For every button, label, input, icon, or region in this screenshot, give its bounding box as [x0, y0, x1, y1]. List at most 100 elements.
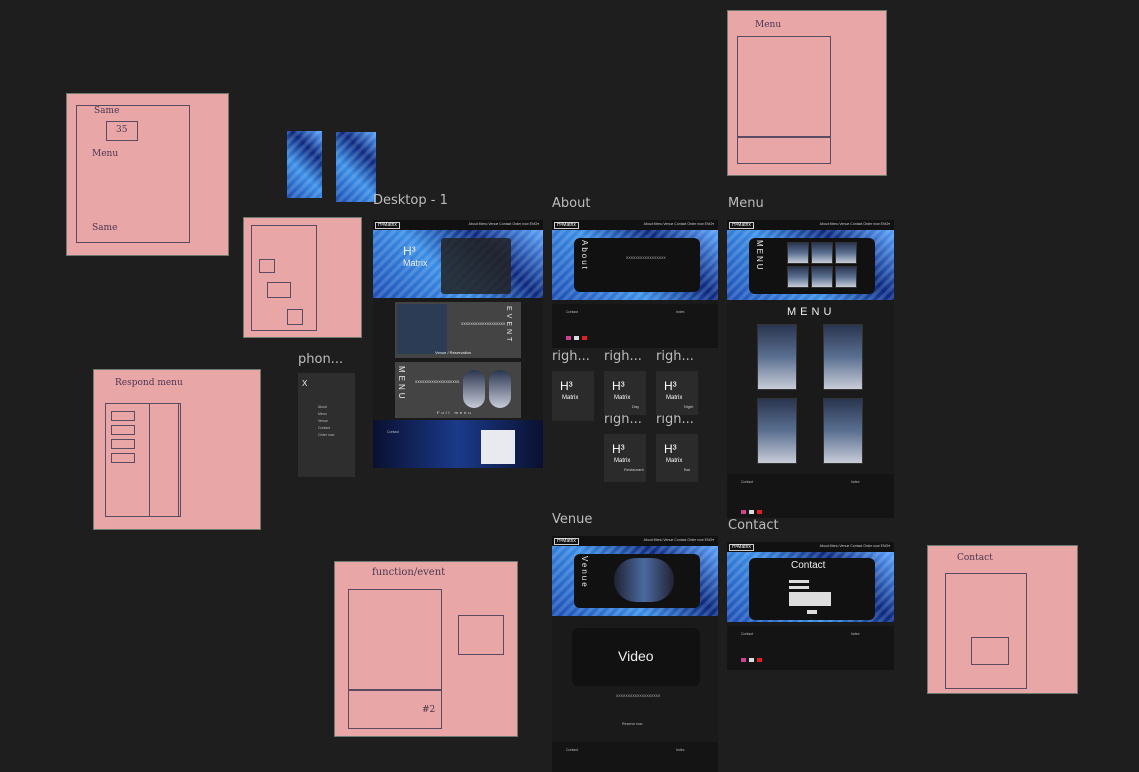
- dish-thumb[interactable]: [835, 242, 857, 264]
- phone-menu-item[interactable]: Venue: [318, 419, 328, 423]
- footer-label: Contact: [566, 748, 579, 752]
- menu-hero-word: MENU: [755, 240, 764, 272]
- brand-card-day[interactable]: H³ Matrix Day: [604, 371, 646, 415]
- x-icon[interactable]: [574, 336, 579, 340]
- menu-item-image[interactable]: [757, 324, 797, 390]
- card-sub: Night: [684, 404, 694, 409]
- instagram-icon[interactable]: [741, 658, 746, 662]
- nav-links[interactable]: About Menu Venue Contact Order now ENG▾: [469, 222, 539, 226]
- venue-frame[interactable]: H³Matrix About Menu Venue Contact Order …: [552, 536, 718, 772]
- youtube-icon[interactable]: [757, 658, 762, 662]
- sticky-note-contact: Contact: [927, 545, 1078, 694]
- x-image: [397, 304, 447, 354]
- nav-links[interactable]: About Menu Venue Contact Order now ENG▾: [644, 222, 714, 226]
- menu-item-image[interactable]: [823, 398, 863, 464]
- frame-label-about[interactable]: About: [552, 196, 590, 211]
- menu-word: MENU: [397, 366, 406, 402]
- menu-frame[interactable]: H³Matrix About Menu Venue Contact Order …: [727, 220, 894, 518]
- brand-name: Matrix: [403, 258, 428, 268]
- frame-label-card[interactable]: righ...: [656, 349, 694, 364]
- logo[interactable]: H³Matrix: [554, 538, 579, 545]
- card-h3: H³: [664, 379, 677, 393]
- frame-label-card[interactable]: righ...: [552, 349, 590, 364]
- logo[interactable]: H³Matrix: [375, 222, 400, 229]
- youtube-icon[interactable]: [757, 510, 762, 514]
- hero-banner: H³ Matrix: [373, 230, 543, 298]
- contact-submit-button[interactable]: [807, 610, 817, 614]
- footer: Contact: [373, 420, 543, 468]
- full-menu-link[interactable]: Full menu: [437, 410, 473, 415]
- frame-label-menu[interactable]: Menu: [728, 196, 764, 211]
- brand-card-bar[interactable]: H³ Matrix Bar: [656, 434, 698, 482]
- dish-thumb[interactable]: [811, 242, 833, 264]
- sticky-note-same: Same 35 Menu Same: [66, 93, 229, 256]
- dish-thumb[interactable]: [787, 242, 809, 264]
- x-icon[interactable]: [749, 658, 754, 662]
- desktop-frame[interactable]: H³Matrix About Menu Venue Contact Order …: [373, 220, 543, 468]
- dish-thumb[interactable]: [811, 266, 833, 288]
- contact-panel: Contact: [749, 558, 875, 620]
- contact-frame[interactable]: H³Matrix About Menu Venue Contact Order …: [727, 542, 894, 670]
- about-text: XXXXXXXXXXXXXXXXX: [626, 256, 666, 260]
- note-same-bottom: Same: [92, 223, 118, 233]
- video-label: Video: [618, 648, 654, 664]
- about-frame[interactable]: H³Matrix About Menu Venue Contact Order …: [552, 220, 718, 348]
- menu-heading: MENU: [787, 306, 836, 318]
- menu-item-image[interactable]: [757, 398, 797, 464]
- contact-input[interactable]: [789, 580, 809, 583]
- card-name: Matrix: [666, 395, 683, 401]
- event-word: EVENT: [505, 306, 512, 345]
- frame-label-contact[interactable]: Contact: [728, 518, 779, 533]
- contact-input[interactable]: [789, 586, 809, 589]
- footer: Contact Index: [552, 742, 718, 772]
- nav-links[interactable]: About Menu Venue Contact Order now ENG▾: [820, 544, 890, 548]
- note-contact-title: Contact: [957, 553, 993, 563]
- reserve-button[interactable]: Reserve now: [622, 722, 642, 726]
- event-text: XXXXXXXXXXXXXXXXXXX: [461, 322, 506, 326]
- logo[interactable]: H³Matrix: [554, 222, 579, 229]
- frame-label-desktop[interactable]: Desktop - 1: [373, 193, 448, 208]
- frame-label-phone[interactable]: phon...: [298, 352, 343, 367]
- phone-frame[interactable]: X About Menu Venue Contact Order now: [298, 373, 355, 477]
- logo[interactable]: H³Matrix: [729, 222, 754, 229]
- nav-links[interactable]: About Menu Venue Contact Order now ENG▾: [644, 538, 714, 542]
- frame-label-card[interactable]: righ...: [604, 349, 642, 364]
- instagram-icon[interactable]: [741, 510, 746, 514]
- youtube-icon[interactable]: [582, 336, 587, 340]
- about-panel: About XXXXXXXXXXXXXXXXX: [574, 238, 700, 292]
- brand-card-night[interactable]: H³ Matrix Night: [656, 371, 698, 415]
- phone-menu-item[interactable]: Menu: [318, 412, 327, 416]
- phone-close-icon[interactable]: X: [302, 379, 307, 388]
- frame-label-venue[interactable]: Venue: [552, 512, 592, 527]
- brand-card[interactable]: H³ Matrix: [552, 371, 594, 421]
- card-name: Matrix: [614, 395, 631, 401]
- card-name: Matrix: [614, 458, 631, 464]
- note-menu-title: Menu: [755, 20, 782, 30]
- dish-thumb[interactable]: [835, 266, 857, 288]
- logo[interactable]: H³Matrix: [729, 544, 754, 551]
- nav-bar: H³Matrix About Menu Venue Contact Order …: [552, 220, 718, 230]
- instagram-icon[interactable]: [566, 336, 571, 340]
- menu-panel: MENU: [749, 238, 875, 294]
- event-sub[interactable]: Venue / Reservation: [435, 350, 471, 355]
- note-menu: Menu: [92, 149, 119, 159]
- footer-label: Contact: [741, 480, 754, 484]
- footer: Contact Index: [727, 626, 894, 670]
- contact-hero: Contact: [727, 552, 894, 622]
- nav-bar: H³Matrix About Menu Venue Contact Order …: [727, 220, 894, 230]
- sticky-note-function-event: function/event #2: [334, 561, 518, 737]
- menu-item-image[interactable]: [823, 324, 863, 390]
- nav-links[interactable]: About Menu Venue Contact Order now ENG▾: [820, 222, 890, 226]
- brand-card-restaurant[interactable]: H³ Matrix Restaurant: [604, 434, 646, 482]
- video-panel[interactable]: Video: [572, 628, 700, 686]
- phone-menu-item[interactable]: About: [318, 405, 327, 409]
- x-icon[interactable]: [749, 510, 754, 514]
- dish-thumb[interactable]: [787, 266, 809, 288]
- sticky-note-respond-menu: Respond menu: [93, 369, 261, 530]
- contact-message[interactable]: [789, 592, 831, 606]
- phone-menu-item[interactable]: Order now: [318, 433, 334, 437]
- footer-links-label: Index: [676, 310, 685, 314]
- image-thumbnail-2: [336, 132, 376, 202]
- phone-menu-item[interactable]: Contact: [318, 426, 330, 430]
- card-sub: Bar: [684, 467, 691, 472]
